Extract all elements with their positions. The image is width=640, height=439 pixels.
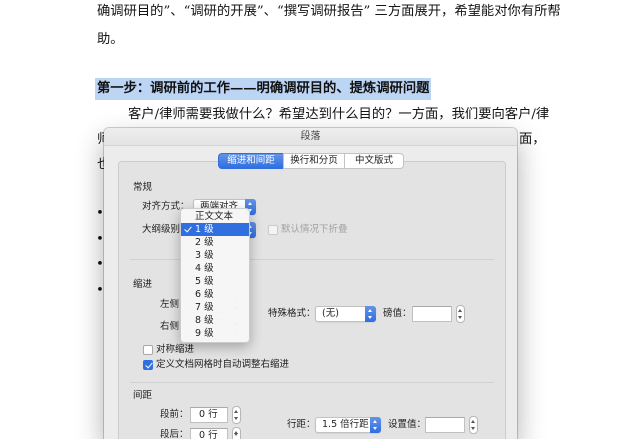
section-divider <box>130 382 494 383</box>
menu-item-level-6[interactable]: 6 级 <box>181 288 249 301</box>
section-general-heading: 常规 <box>133 182 153 193</box>
collapse-by-default-checkbox[interactable] <box>268 225 278 235</box>
chevron-updown-icon <box>365 306 376 322</box>
document-line: 确调研目的”、“调研的开展”、“撰写调研报告” 三方面展开，希望能对你有所帮 <box>97 4 561 19</box>
dialog-titlebar[interactable]: 段落 <box>104 128 517 146</box>
tab-indents-and-spacing[interactable]: 缩进和间距 <box>218 153 284 169</box>
indent-by-field[interactable] <box>412 306 452 322</box>
section-indentation-heading: 缩进 <box>133 279 153 290</box>
document-line: 助。 <box>97 32 124 47</box>
menu-item-level-8[interactable]: 8 级 <box>181 314 249 327</box>
left-indent-label: 左侧 <box>160 299 180 310</box>
menu-item-level-2[interactable]: 2 级 <box>181 236 249 249</box>
menu-item-label: 正文文本 <box>195 211 234 222</box>
line-spacing-label: 行距： <box>287 419 316 430</box>
outline-level-menu: 正文文本 1 级 2 级 3 级 4 级 5 级 6 级 7 级 8 级 9 级 <box>180 208 250 343</box>
line-spacing-at-field[interactable] <box>425 417 465 433</box>
menu-item-level-5[interactable]: 5 级 <box>181 275 249 288</box>
menu-item-label: 1 级 <box>195 224 214 235</box>
collapse-by-default-label[interactable]: 默认情况下折叠 <box>281 224 348 236</box>
checkmark-icon <box>184 224 192 233</box>
menu-item-level-9[interactable]: 9 级 <box>181 327 249 340</box>
menu-item-label: 9 级 <box>195 328 214 339</box>
menu-item-label: 4 级 <box>195 263 214 274</box>
tab-line-and-page-breaks[interactable]: 换行和分页 <box>283 153 345 169</box>
bullet-icon: • <box>96 206 104 221</box>
spacing-before-stepper[interactable] <box>232 406 241 424</box>
special-indent-popup[interactable]: (无) <box>315 306 376 322</box>
tab-asian-typography[interactable]: 中文版式 <box>344 153 404 169</box>
document-line-fragment: 面， <box>519 132 546 147</box>
menu-item-level-1[interactable]: 1 级 <box>181 223 249 236</box>
indent-by-label: 磅值： <box>383 308 412 319</box>
auto-adjust-right-indent-label[interactable]: 定义文档网格时自动调整右缩进 <box>156 359 289 371</box>
spacing-before-label: 段前： <box>160 409 189 420</box>
spacing-after-stepper[interactable] <box>232 427 241 439</box>
indent-by-stepper[interactable] <box>456 305 465 323</box>
document-heading-selected: 第一步：调研前的工作——明确调研目的、提炼调研问题 <box>95 78 432 100</box>
line-spacing-popup[interactable]: 1.5 倍行距 <box>315 417 381 433</box>
menu-item-label: 3 级 <box>195 250 214 261</box>
right-indent-label: 右侧 <box>160 321 180 332</box>
menu-item-body-text[interactable]: 正文文本 <box>181 210 249 223</box>
special-indent-label: 特殊格式： <box>268 308 316 319</box>
special-indent-value: (无) <box>322 308 339 319</box>
document-line: 客户/律师需要我做什么？希望达到什么目的？一方面，我们要向客户/律 <box>128 107 550 122</box>
menu-item-label: 8 级 <box>195 315 214 326</box>
spacing-after-label: 段后： <box>160 429 189 439</box>
dialog-title: 段落 <box>300 131 321 142</box>
mirror-indents-label[interactable]: 对称缩进 <box>156 344 194 356</box>
menu-item-level-4[interactable]: 4 级 <box>181 262 249 275</box>
chevron-updown-icon <box>370 417 381 433</box>
section-spacing-heading: 间距 <box>133 390 153 401</box>
auto-adjust-right-indent-checkbox[interactable] <box>143 360 153 370</box>
menu-item-level-7[interactable]: 7 级 <box>181 301 249 314</box>
tab-bar: 缩进和间距 换行和分页 中文版式 <box>218 153 404 169</box>
bullet-icon: • <box>96 283 104 298</box>
line-spacing-at-label: 设置值： <box>388 419 427 430</box>
spacing-before-field[interactable]: 0 行 <box>190 407 228 423</box>
bullet-icon: • <box>96 257 104 272</box>
menu-item-label: 2 级 <box>195 237 214 248</box>
menu-item-label: 7 级 <box>195 302 214 313</box>
menu-item-level-3[interactable]: 3 级 <box>181 249 249 262</box>
spacing-after-field[interactable]: 0 行 <box>190 428 228 439</box>
line-spacing-value: 1.5 倍行距 <box>322 419 369 430</box>
menu-item-label: 6 级 <box>195 289 214 300</box>
line-spacing-at-stepper[interactable] <box>469 416 478 434</box>
mirror-indents-checkbox[interactable] <box>143 345 153 355</box>
paragraph-dialog: 段落 缩进和间距 换行和分页 中文版式 常规 对齐方式： 两端对齐 大纲级别： … <box>104 128 517 439</box>
bullet-icon: • <box>96 232 104 247</box>
menu-item-label: 5 级 <box>195 276 214 287</box>
